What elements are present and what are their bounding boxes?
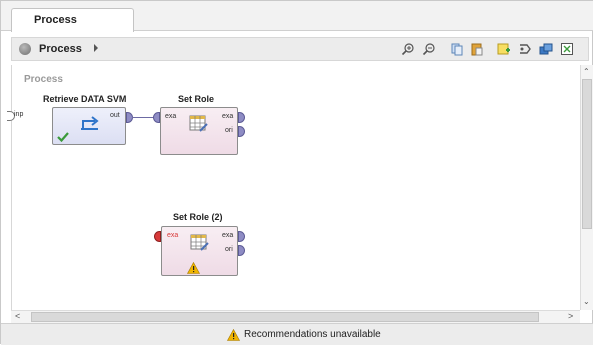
vertical-scrollbar[interactable]: ⌃ ⌄ — [580, 65, 593, 310]
horizontal-scroll-thumb[interactable] — [31, 312, 539, 322]
set-role-table-icon — [189, 115, 208, 132]
scroll-left-icon[interactable]: < — [15, 311, 20, 321]
horizontal-scrollbar[interactable]: < > — [11, 310, 580, 323]
connect-icon[interactable] — [518, 42, 532, 56]
status-ok-icon — [57, 132, 69, 142]
port-label: exa — [222, 232, 234, 239]
recommendations-status-text: Recommendations unavailable — [244, 329, 381, 340]
operator-set-role-2[interactable]: exa exa ori — [154, 226, 245, 276]
process-input-port-label: inp — [14, 111, 24, 118]
tab-label: Process — [34, 14, 77, 26]
scroll-right-icon[interactable]: > — [568, 311, 573, 321]
port-label: exa — [167, 232, 179, 239]
recommendations-bar: Recommendations unavailable — [1, 323, 593, 345]
output-port-exa[interactable] — [238, 231, 245, 242]
port-label: ori — [225, 127, 233, 134]
arrange-icon[interactable] — [539, 42, 553, 56]
process-root-icon[interactable] — [19, 43, 31, 55]
set-role-table-icon — [190, 234, 209, 251]
warning-icon — [227, 329, 240, 341]
tab-strip: Process — [1, 1, 593, 32]
vertical-scroll-thumb[interactable] — [582, 79, 592, 229]
output-port-ori[interactable] — [238, 126, 245, 137]
tab-process[interactable]: Process — [11, 8, 134, 32]
input-port-exa-unconnected[interactable] — [154, 231, 161, 242]
process-panel: Process Process Process inp Retrieve DAT… — [0, 0, 593, 345]
copy-icon[interactable] — [450, 42, 464, 56]
output-port-exa[interactable] — [238, 112, 245, 123]
scroll-down-icon[interactable]: ⌄ — [583, 297, 590, 306]
port-label: out — [110, 112, 120, 119]
add-note-icon[interactable] — [497, 42, 511, 56]
port-label: ori — [225, 246, 233, 253]
operator-title-set-role-2: Set Role (2) — [173, 212, 223, 222]
breadcrumb-label[interactable]: Process — [39, 43, 82, 55]
port-label: exa — [222, 113, 234, 120]
zoom-in-icon[interactable] — [401, 42, 415, 56]
canvas-title: Process — [24, 74, 63, 85]
scroll-up-icon[interactable]: ⌃ — [583, 67, 590, 76]
operator-set-role[interactable]: exa exa ori — [153, 107, 245, 155]
breadcrumb-toolbar: Process — [11, 37, 589, 61]
process-canvas[interactable]: Process inp Retrieve DATA SVM out Set Ro… — [7, 65, 580, 310]
operator-retrieve[interactable]: out — [52, 107, 133, 145]
operator-title-retrieve: Retrieve DATA SVM — [43, 94, 127, 104]
port-label: exa — [165, 113, 177, 120]
warning-icon[interactable] — [187, 262, 200, 274]
retrieve-icon — [81, 116, 99, 130]
input-port-exa[interactable] — [153, 112, 160, 123]
breadcrumb-arrow-icon[interactable] — [94, 44, 98, 52]
fit-icon[interactable] — [560, 42, 574, 56]
zoom-out-icon[interactable] — [422, 42, 436, 56]
operator-title-set-role: Set Role — [178, 94, 215, 104]
paste-icon[interactable] — [470, 42, 484, 56]
output-port-ori[interactable] — [238, 245, 245, 256]
